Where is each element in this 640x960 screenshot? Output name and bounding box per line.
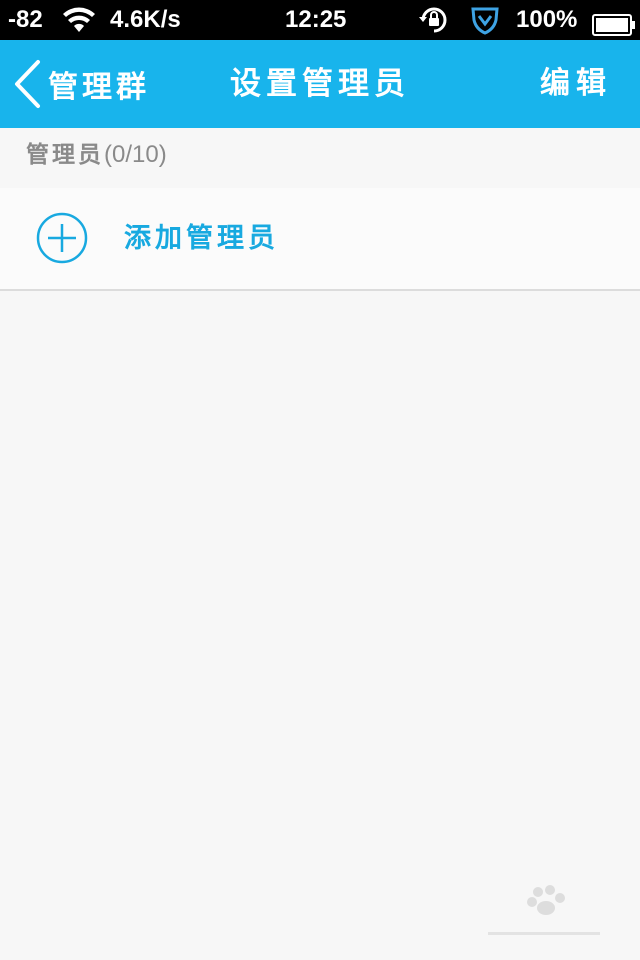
admin-section-header: 管理员(0/10) <box>26 128 167 184</box>
battery-icon <box>592 9 636 36</box>
rotation-lock-icon <box>417 5 451 35</box>
add-admin-row[interactable]: 添加管理员 <box>0 188 640 291</box>
admin-section-label: 管理员 <box>26 141 104 168</box>
plus-circle-icon <box>36 212 88 264</box>
shield-icon <box>470 5 500 35</box>
clock-time: 12:25 <box>285 6 347 33</box>
watermark-logo <box>488 885 600 935</box>
back-button[interactable]: 管理群 <box>12 40 150 128</box>
add-admin-label: 添加管理员 <box>124 223 279 254</box>
admin-count: (0/10) <box>104 141 167 168</box>
wifi-icon <box>62 6 96 34</box>
back-button-label: 管理群 <box>48 70 150 105</box>
navigation-bar: 管理群 设置管理员 编辑 <box>0 40 640 128</box>
screen: -82 4.6K/s 12:25 100% 管理群 设置管理员 编辑 管理员(0… <box>0 0 640 960</box>
status-bar: -82 4.6K/s 12:25 100% <box>0 0 640 40</box>
network-speed: 4.6K/s <box>110 6 181 33</box>
chevron-left-icon <box>15 60 40 108</box>
battery-percent: 100% <box>516 6 578 33</box>
signal-strength: -82 <box>8 6 43 33</box>
edit-button[interactable]: 编辑 <box>540 40 612 128</box>
